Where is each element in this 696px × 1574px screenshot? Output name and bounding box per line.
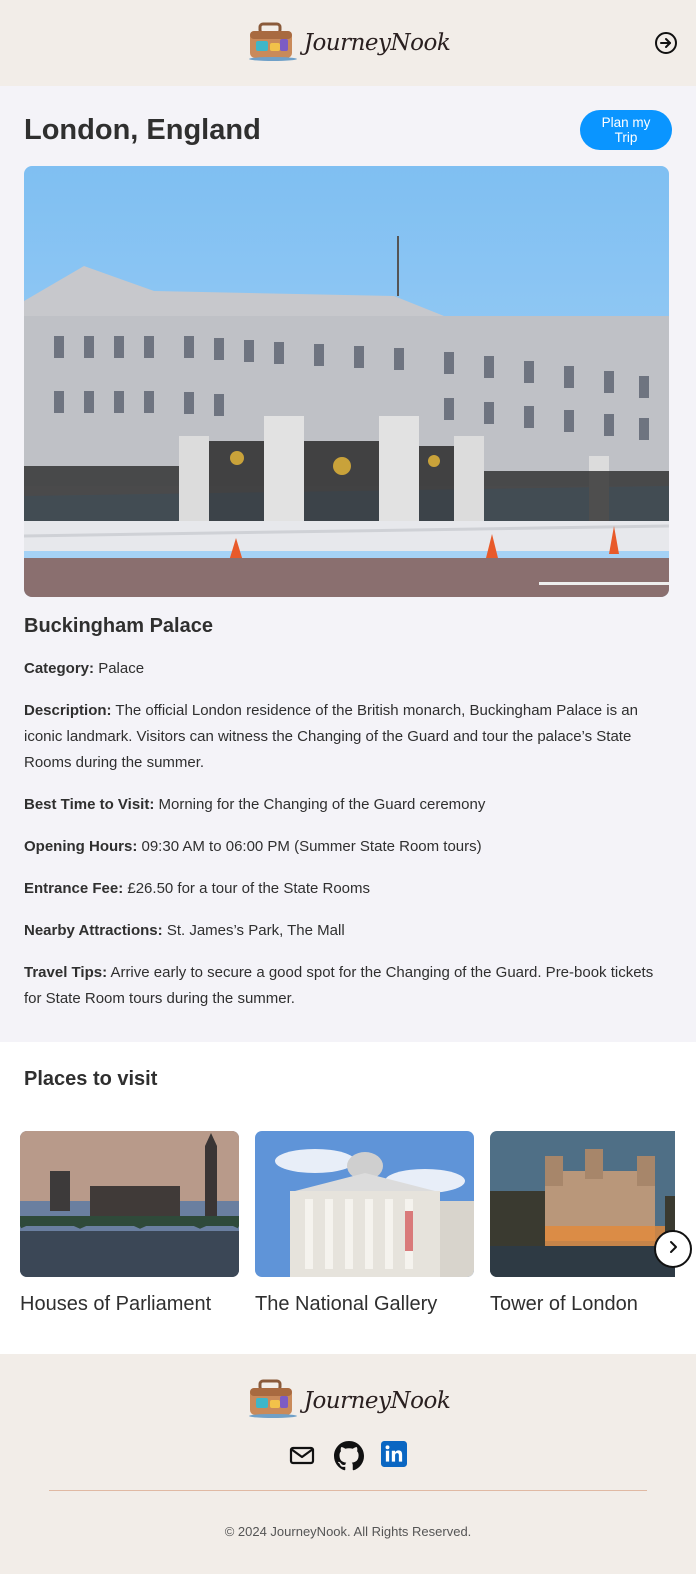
site-footer: JourneyNook © 2024 JourneyNook. All Righ… bbox=[0, 1354, 696, 1574]
brand-logo[interactable]: JourneyNook bbox=[246, 21, 451, 66]
plan-trip-button[interactable]: Plan my Trip bbox=[580, 110, 672, 150]
place-card-tower-of-london[interactable]: Tower of London bbox=[490, 1131, 675, 1316]
places-to-visit: Places to visit Houses of Parliament The… bbox=[0, 1042, 696, 1354]
page-title: London, England bbox=[24, 113, 261, 146]
site-header: JourneyNook bbox=[0, 0, 696, 86]
opening-hours-info: Opening Hours: 09:30 AM to 06:00 PM (Sum… bbox=[24, 838, 482, 855]
hero-image bbox=[24, 166, 669, 597]
place-card-label: Tower of London bbox=[490, 1293, 638, 1315]
suitcase-icon bbox=[246, 1378, 300, 1423]
places-heading: Places to visit bbox=[24, 1068, 158, 1090]
brand-name: JourneyNook bbox=[303, 30, 451, 56]
best-time-info: Best Time to Visit: Morning for the Chan… bbox=[24, 796, 486, 813]
place-name: Buckingham Palace bbox=[24, 615, 213, 637]
github-icon[interactable] bbox=[334, 1441, 364, 1471]
category-info: Category: Palace bbox=[24, 660, 145, 677]
footer-divider bbox=[49, 1490, 647, 1491]
place-card-image bbox=[20, 1131, 239, 1277]
footer-brand-logo[interactable]: JourneyNook bbox=[0, 1378, 696, 1423]
entrance-fee-info: Entrance Fee: £26.50 for a tour of the S… bbox=[24, 880, 371, 897]
logout-icon[interactable] bbox=[654, 31, 678, 55]
social-links bbox=[0, 1441, 696, 1471]
copyright-text: © 2024 JourneyNook. All Rights Reserved. bbox=[224, 1524, 472, 1539]
place-card-label: Houses of Parliament bbox=[20, 1293, 212, 1315]
place-card-label: The National Gallery bbox=[255, 1293, 438, 1315]
carousel-next-button[interactable] bbox=[654, 1230, 692, 1268]
travel-tips-info: Travel Tips: Arrive early to secure a go… bbox=[24, 964, 654, 1007]
linkedin-icon[interactable] bbox=[380, 1441, 408, 1469]
places-carousel: Houses of Parliament The National Galler… bbox=[0, 1131, 675, 1316]
chevron-right-icon bbox=[665, 1239, 681, 1260]
footer-brand-name: JourneyNook bbox=[303, 1387, 451, 1414]
nearby-attractions-info: Nearby Attractions: St. James’s Park, Th… bbox=[24, 922, 345, 939]
place-card-parliament[interactable]: Houses of Parliament bbox=[20, 1131, 239, 1316]
place-detail: London, England Plan my Trip Buckingham … bbox=[0, 86, 696, 1042]
suitcase-icon bbox=[246, 21, 300, 66]
mail-icon[interactable] bbox=[288, 1441, 316, 1469]
place-card-image bbox=[255, 1131, 474, 1277]
place-card-national-gallery[interactable]: The National Gallery bbox=[255, 1131, 474, 1316]
description-info: Description: The official London residen… bbox=[24, 702, 638, 771]
place-card-image bbox=[490, 1131, 675, 1277]
